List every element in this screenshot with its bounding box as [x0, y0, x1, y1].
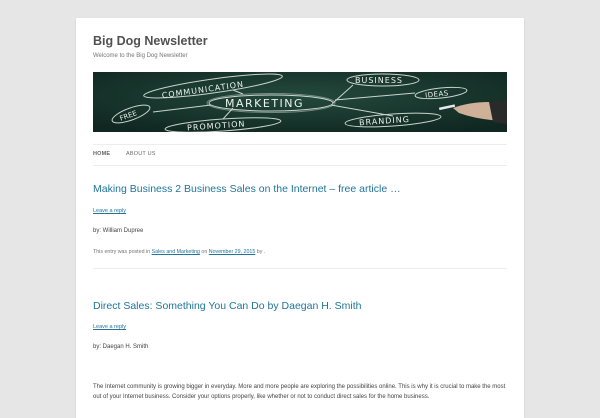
post-meta-1: This entry was posted in Sales and Marke…	[93, 249, 265, 255]
site-description: Welcome to the Big Dog Newsletter	[93, 53, 188, 59]
header-banner-image[interactable]: MARKETING COMMUNICATION BUSINESS IDEAS F…	[93, 72, 507, 132]
post-title-1[interactable]: Making Business 2 Business Sales on the …	[93, 183, 401, 195]
nav-item-home[interactable]: HOME	[93, 151, 110, 157]
leave-reply-link-1[interactable]: Leave a reply	[93, 208, 126, 214]
meta-by: by .	[256, 249, 266, 255]
main-navigation: HOME ABOUT US	[93, 144, 507, 166]
page-container: Big Dog Newsletter Welcome to the Big Do…	[76, 18, 524, 418]
leave-reply-link-2[interactable]: Leave a reply	[93, 324, 126, 330]
post-excerpt-2: The Internet community is growing bigger…	[93, 384, 506, 400]
banner-word-marketing: MARKETING	[225, 97, 304, 110]
post-title-2[interactable]: Direct Sales: Something You Can Do by Da…	[93, 300, 361, 312]
banner-word-business: BUSINESS	[355, 76, 403, 85]
post-byline-2: by: Daegan H. Smith	[93, 344, 149, 350]
nav-item-about-us[interactable]: ABOUT US	[126, 151, 156, 157]
category-link[interactable]: Sales and Marketing	[152, 249, 200, 255]
chalkboard-illustration: MARKETING COMMUNICATION BUSINESS IDEAS F…	[93, 72, 507, 132]
meta-on: on	[201, 249, 208, 255]
post-byline-1: by: William Dupree	[93, 228, 144, 234]
site-title[interactable]: Big Dog Newsletter	[93, 34, 208, 48]
meta-prefix: This entry was posted in	[93, 249, 151, 255]
post-divider	[93, 268, 507, 269]
date-link[interactable]: November 29, 2015	[209, 249, 256, 255]
